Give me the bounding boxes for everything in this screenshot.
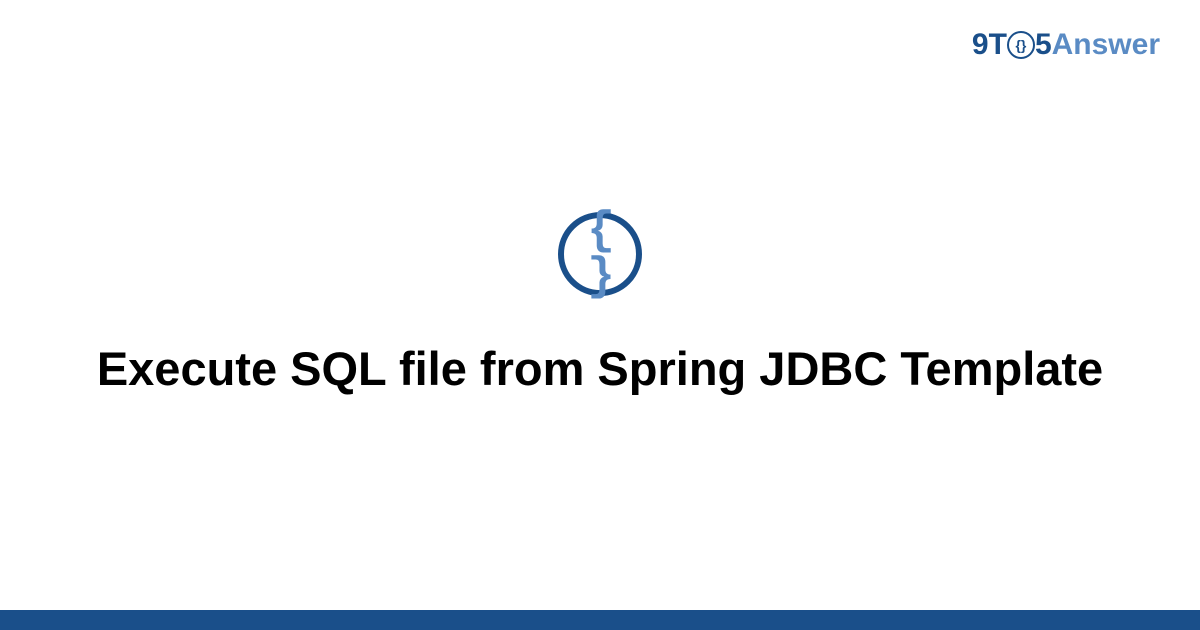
- logo-circle-braces: {}: [1015, 38, 1026, 52]
- category-icon: { }: [558, 212, 642, 296]
- logo-text-answer: Answer: [1052, 28, 1160, 62]
- site-logo: 9T {} 5 Answer: [972, 28, 1160, 62]
- main-content: { } Execute SQL file from Spring JDBC Te…: [0, 212, 1200, 399]
- logo-circle-icon: {}: [1007, 31, 1035, 59]
- logo-text-9t: 9T: [972, 28, 1007, 62]
- logo-text-5: 5: [1035, 28, 1052, 62]
- braces-icon: { }: [564, 208, 636, 300]
- page-title: Execute SQL file from Spring JDBC Templa…: [0, 338, 1200, 399]
- footer-bar: [0, 610, 1200, 630]
